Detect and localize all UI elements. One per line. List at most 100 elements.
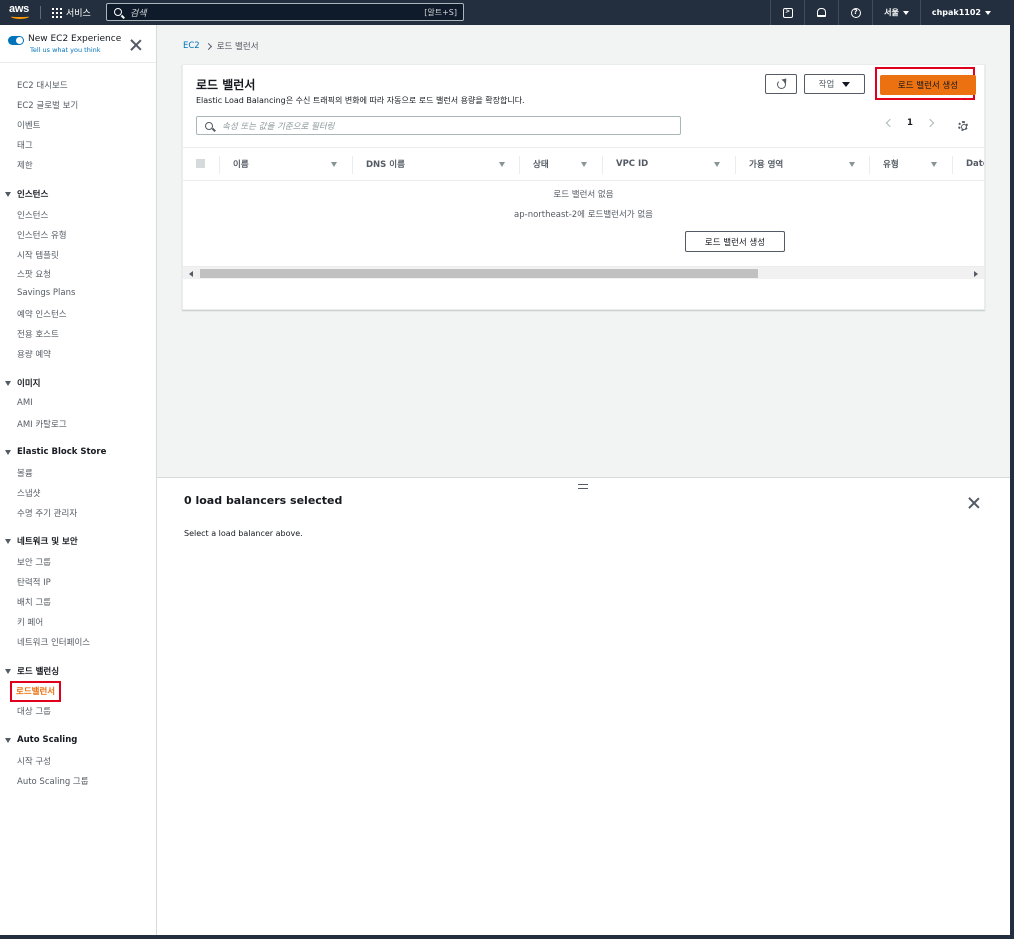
sidebar-item-elastic-ips[interactable]: 탄력적 IP [17, 576, 51, 588]
scroll-left-icon[interactable] [189, 271, 193, 277]
sidebar-item-snapshots[interactable]: 스냅샷 [17, 487, 40, 499]
column-header-name[interactable]: 이름 [233, 148, 337, 180]
window-border-bottom [0, 935, 1014, 939]
notifications-button[interactable] [804, 0, 838, 25]
sidebar-item-ami-catalog[interactable]: AMI 카탈로그 [17, 418, 67, 430]
sidebar-item-capacity-reservations[interactable]: 용량 예약 [17, 348, 51, 360]
sidebar-item-launch-configurations[interactable]: 시작 구성 [17, 755, 51, 767]
sidebar-item-tags[interactable]: 태그 [17, 139, 33, 151]
empty-state-title: 로드 밸런서 없음 [553, 190, 614, 200]
help-icon: ? [850, 7, 861, 18]
breadcrumb-current: 로드 밸런서 [216, 42, 259, 52]
caret-down-icon [985, 10, 991, 15]
column-divider [602, 156, 603, 174]
chevron-right-icon[interactable] [925, 118, 935, 128]
expand-triangle-icon [5, 191, 11, 197]
close-icon[interactable] [130, 39, 142, 51]
page-title: 로드 밸런서 [196, 78, 256, 92]
column-divider [219, 156, 220, 174]
sidebar-section-images[interactable]: 이미지 [5, 377, 40, 389]
empty-create-load-balancer-button[interactable]: 로드 밸런서 생성 [685, 231, 785, 252]
column-header-type[interactable]: 유형 [883, 148, 937, 180]
expand-triangle-icon [5, 449, 11, 455]
account-label: chpak1102 [931, 8, 981, 17]
empty-state-description: ap-northeast-2에 로드밸런서가 없음 [514, 210, 653, 220]
close-icon[interactable] [968, 497, 980, 509]
sidebar-item-ami[interactable]: AMI [17, 398, 33, 408]
sidebar-divider [0, 62, 156, 63]
expand-triangle-icon [5, 737, 11, 743]
search-shortcut: [알트+S] [424, 8, 457, 17]
sidebar-section-load-balancing[interactable]: 로드 밸런싱 [5, 665, 59, 677]
bell-icon [817, 8, 827, 17]
sidebar-item-load-balancers[interactable]: 로드밸런서 [10, 681, 62, 702]
column-header-dns[interactable]: DNS 이름 [366, 148, 505, 180]
sidebar-item-placement-groups[interactable]: 배치 그룹 [17, 596, 51, 608]
column-divider [352, 156, 353, 174]
aws-logo[interactable]: aws [9, 3, 31, 21]
sidebar-item-instance-types[interactable]: 인스턴스 유형 [17, 229, 67, 241]
sidebar-item-key-pairs[interactable]: 키 페어 [17, 616, 43, 628]
sidebar-item-events[interactable]: 이벤트 [17, 119, 40, 131]
caret-down-icon [902, 10, 909, 15]
column-header-vpc[interactable]: VPC ID [616, 148, 720, 180]
breadcrumb-ec2-link[interactable]: EC2 [183, 41, 200, 51]
page-description: Elastic Load Balancing은 수신 트래픽의 변화에 따라 자… [196, 96, 525, 105]
search-icon [205, 121, 213, 130]
region-selector[interactable]: 서울 [872, 0, 920, 25]
sidebar-item-global-view[interactable]: EC2 글로벌 보기 [17, 99, 78, 111]
sidebar-item-savings-plans[interactable]: Savings Plans [17, 288, 75, 298]
split-panel-body: Select a load balancer above. [184, 529, 303, 538]
cloudshell-button[interactable]: > [770, 0, 804, 25]
gear-icon[interactable] [958, 121, 968, 131]
sort-icon [714, 162, 720, 167]
column-header-az[interactable]: 가용 영역 [749, 148, 855, 180]
create-load-balancer-button[interactable]: 로드 밸런서 생성 [880, 75, 976, 95]
sidebar-item-spot-requests[interactable]: 스팟 요청 [17, 268, 51, 280]
sidebar-section-ebs[interactable]: Elastic Block Store [5, 447, 106, 457]
sidebar-item-volumes[interactable]: 볼륨 [17, 467, 33, 479]
sidebar-item-security-groups[interactable]: 보안 그룹 [17, 556, 51, 568]
sidebar-item-limits[interactable]: 제한 [17, 159, 33, 171]
actions-button[interactable]: 작업 [804, 74, 865, 94]
column-header-state[interactable]: 상태 [533, 148, 587, 180]
search-placeholder: 검색 [130, 8, 147, 19]
services-menu[interactable]: 서비스 [52, 6, 91, 19]
chevron-left-icon[interactable] [885, 118, 895, 128]
sidebar-section-network-security[interactable]: 네트워크 및 보안 [5, 535, 78, 547]
sidebar-item-network-interfaces[interactable]: 네트워크 인터페이스 [17, 636, 90, 648]
window-border-right [1010, 25, 1014, 939]
filter-input[interactable]: 속성 또는 값을 기준으로 필터링 [196, 116, 681, 135]
account-menu[interactable]: chpak1102 [919, 0, 1002, 25]
refresh-button[interactable] [765, 74, 797, 94]
new-experience-toggle-row: New EC2 Experience Tell us what you thin… [8, 34, 121, 54]
sidebar-section-auto-scaling[interactable]: Auto Scaling [5, 735, 77, 745]
horizontal-scrollbar[interactable] [183, 266, 984, 279]
select-all-checkbox[interactable] [196, 159, 205, 168]
experience-toggle[interactable] [8, 36, 24, 45]
column-divider [952, 156, 953, 174]
scrollbar-thumb[interactable] [200, 269, 758, 278]
sidebar-item-dedicated-hosts[interactable]: 전용 호스트 [17, 328, 59, 340]
search-icon [114, 8, 122, 16]
sidebar-item-auto-scaling-groups[interactable]: Auto Scaling 그룹 [17, 775, 89, 787]
feedback-link[interactable]: Tell us what you think [30, 46, 121, 54]
scroll-right-icon[interactable] [974, 271, 978, 277]
sidebar-item-launch-templates[interactable]: 시작 템플릿 [17, 249, 59, 261]
resize-handle-icon[interactable] [578, 484, 588, 489]
sidebar-item-instances[interactable]: 인스턴스 [17, 209, 48, 221]
sidebar-item-dashboard[interactable]: EC2 대시보드 [17, 79, 68, 91]
caret-down-icon [842, 81, 851, 87]
help-button[interactable]: ? [838, 0, 872, 25]
pagination: 1 [885, 118, 935, 128]
column-header-date[interactable]: Date [966, 148, 984, 180]
sidebar-item-target-groups[interactable]: 대상 그룹 [17, 705, 51, 717]
expand-triangle-icon [5, 380, 11, 386]
load-balancers-panel: 로드 밸런서 Elastic Load Balancing은 수신 트래픽의 변… [182, 64, 985, 310]
global-search-input[interactable]: 검색 [알트+S] [106, 3, 464, 21]
page-number[interactable]: 1 [907, 118, 913, 128]
sidebar-item-reserved-instances[interactable]: 예약 인스턴스 [17, 308, 67, 320]
sidebar-section-instances[interactable]: 인스턴스 [5, 188, 48, 200]
services-label: 서비스 [66, 9, 91, 19]
sidebar-item-lifecycle-manager[interactable]: 수명 주기 관리자 [17, 507, 77, 519]
